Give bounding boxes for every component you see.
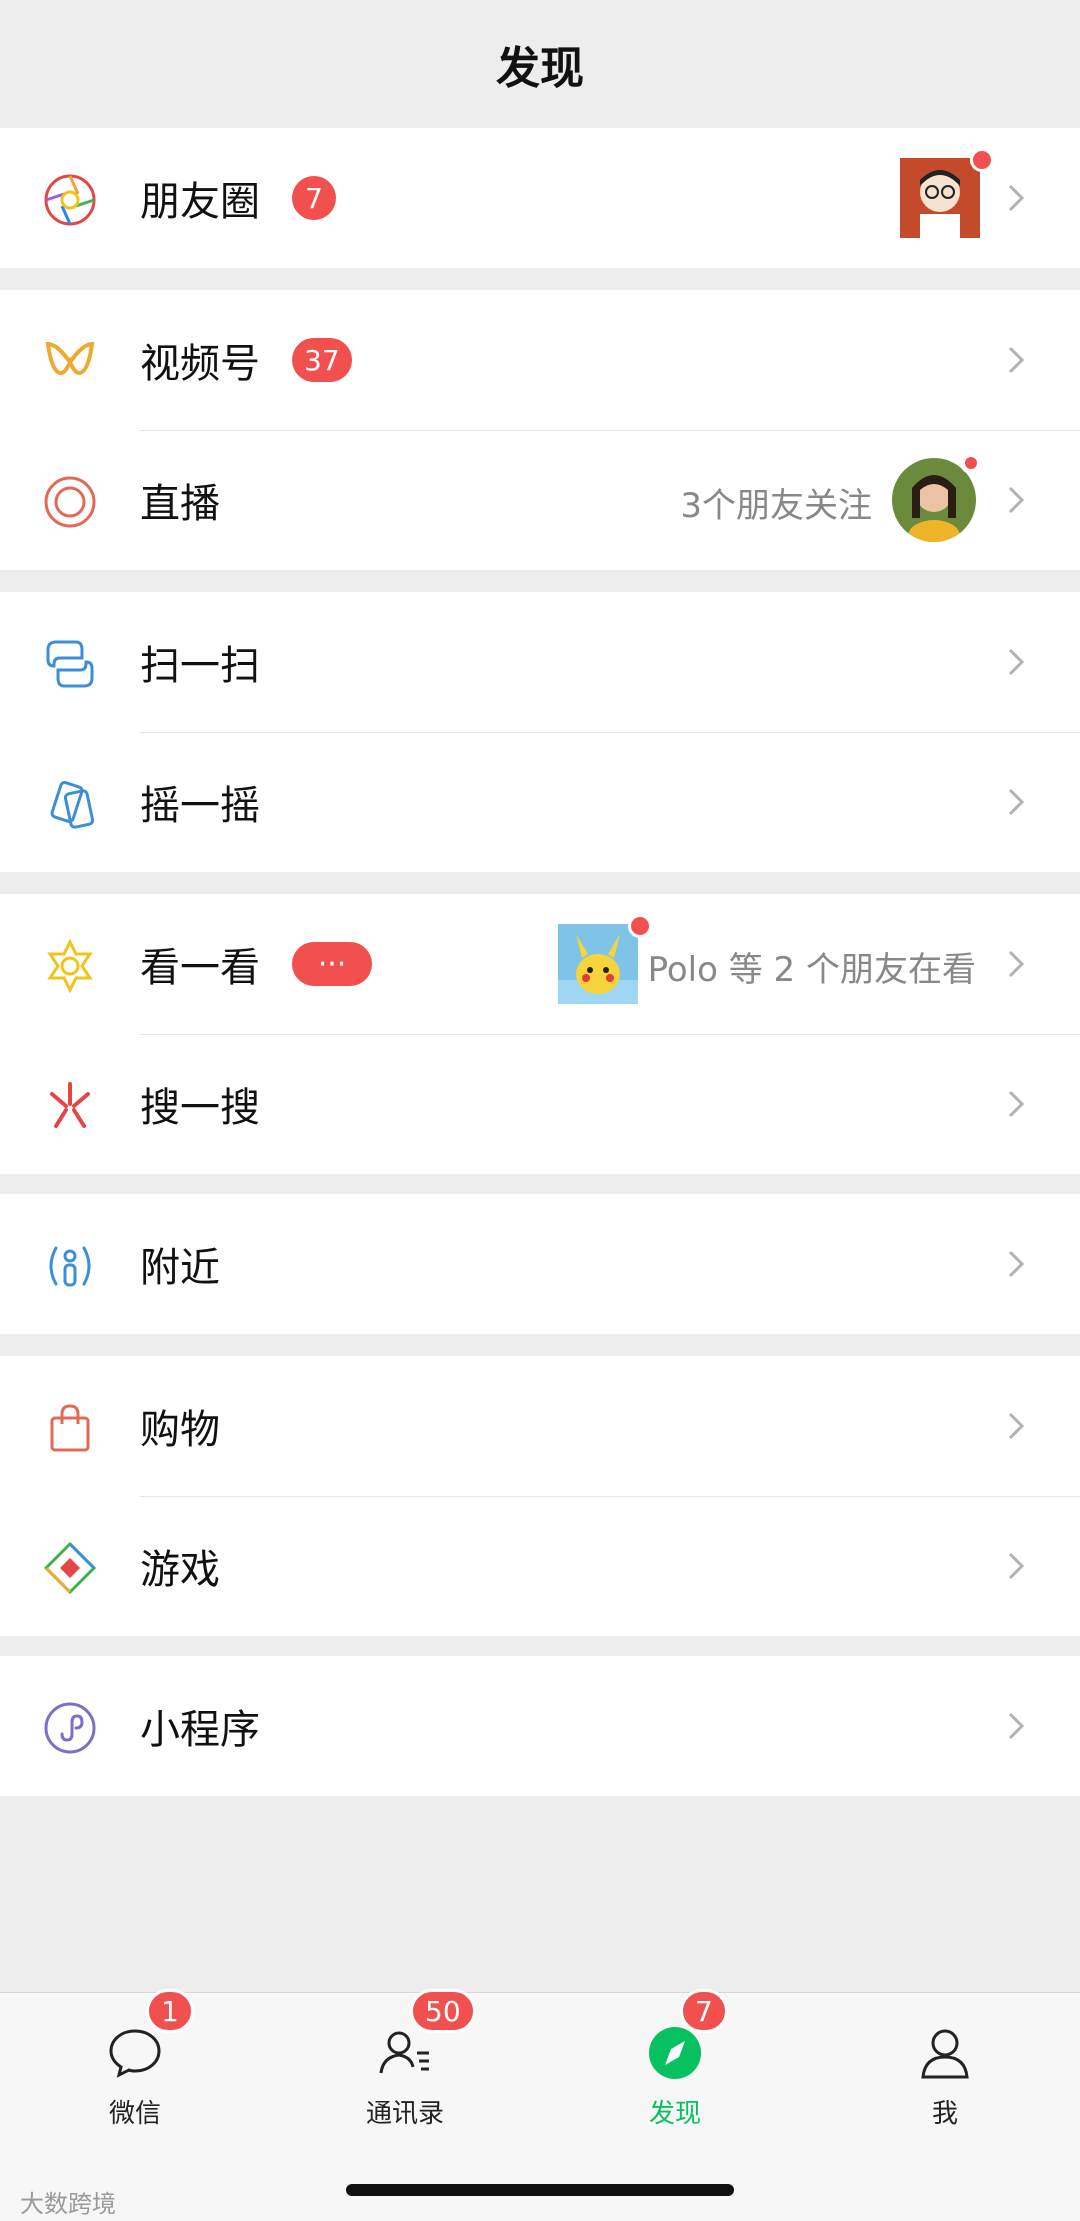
mini-programs-label: 小程序 (140, 1707, 260, 1753)
row-shake[interactable]: 摇一摇 (0, 732, 1080, 872)
chevron-right-icon (996, 1546, 1036, 1586)
chevron-right-icon (996, 1406, 1036, 1446)
live-friends-following: 3个朋友关注 (680, 486, 872, 526)
section-mini-programs: 小程序 (0, 1656, 1080, 1796)
chevron-right-icon (996, 642, 1036, 682)
chevron-right-icon (996, 480, 1036, 520)
nav-bar: 发现 (0, 0, 1080, 128)
section-scan-shake: 扫一扫 摇一摇 (0, 592, 1080, 872)
chevron-right-icon (996, 1084, 1036, 1124)
scan-icon (42, 636, 98, 692)
top-stories-icon (42, 938, 98, 994)
row-live[interactable]: 直播 3个朋友关注 (0, 430, 1080, 570)
shopping-bag-icon (42, 1400, 98, 1456)
tab-chats[interactable]: 1 微信 (0, 1989, 270, 2143)
row-scan[interactable]: 扫一扫 (0, 592, 1080, 732)
top-stories-more-badge: ··· (292, 942, 372, 986)
tab-contacts[interactable]: 50 通讯录 (270, 1989, 540, 2143)
tab-me-label: 我 (931, 2099, 958, 2129)
tab-chats-label: 微信 (108, 2099, 161, 2129)
channels-count-badge: 37 (292, 338, 352, 382)
tab-me[interactable]: 我 (810, 1993, 1080, 2143)
section-topstories-search: 看一看 ··· Polo 等 2 个朋友在看 搜一搜 (0, 894, 1080, 1174)
nearby-label: 附近 (140, 1245, 220, 1291)
live-label: 直播 (140, 481, 220, 527)
moments-count-badge: 7 (292, 176, 336, 220)
chevron-right-icon (996, 1706, 1036, 1746)
section-nearby: 附近 (0, 1194, 1080, 1334)
home-indicator[interactable] (346, 2184, 734, 2196)
shopping-label: 购物 (140, 1407, 220, 1453)
top-stories-label: 看一看 (140, 945, 260, 991)
tab-discover-label: 发现 (648, 2099, 701, 2129)
search-label: 搜一搜 (140, 1085, 260, 1131)
section-moments: 朋友圈 7 (0, 128, 1080, 268)
tab-contacts-label: 通讯录 (365, 2099, 444, 2129)
moments-avatar-thumbnail (900, 148, 994, 238)
top-stories-new-dot (628, 914, 652, 938)
row-mini-programs[interactable]: 小程序 (0, 1656, 1080, 1796)
tab-chats-badge: 1 (146, 1989, 194, 2033)
games-label: 游戏 (140, 1547, 220, 1593)
watermark: 大数跨境 (20, 2190, 116, 2218)
row-top-stories[interactable]: 看一看 ··· Polo 等 2 个朋友在看 (0, 894, 1080, 1034)
chevron-right-icon (996, 340, 1036, 380)
section-shopping-games: 购物 游戏 (0, 1356, 1080, 1636)
row-search[interactable]: 搜一搜 (0, 1034, 1080, 1174)
moments-shutter-icon (42, 172, 98, 228)
chevron-right-icon (996, 782, 1036, 822)
channels-label: 视频号 (140, 341, 260, 387)
scan-label: 扫一扫 (140, 643, 260, 689)
row-nearby[interactable]: 附近 (0, 1194, 1080, 1334)
page-title: 发现 (496, 43, 584, 94)
top-stories-friends-watching: Polo 等 2 个朋友在看 (647, 950, 976, 990)
chevron-right-icon (996, 178, 1036, 218)
games-diamond-icon (42, 1540, 98, 1596)
moments-label: 朋友圈 (140, 179, 260, 225)
tab-contacts-badge: 50 (410, 1989, 476, 2033)
chat-bubble-icon (105, 2023, 165, 2083)
mini-programs-icon (42, 1700, 98, 1756)
top-stories-thumbnail (558, 914, 652, 1004)
live-status-dot (960, 452, 982, 474)
person-icon (915, 2023, 975, 2083)
chevron-right-icon (996, 1244, 1036, 1284)
tab-discover[interactable]: 7 发现 (540, 1989, 810, 2143)
live-friend-avatar (892, 452, 982, 542)
nearby-location-icon (42, 1238, 98, 1294)
tab-discover-badge: 7 (680, 1989, 728, 2033)
chevron-right-icon (996, 944, 1036, 984)
section-channels-live: 视频号 37 直播 3个朋友关注 (0, 290, 1080, 570)
channels-butterfly-icon (42, 334, 98, 390)
moments-new-dot (970, 148, 994, 172)
row-channels[interactable]: 视频号 37 (0, 290, 1080, 430)
search-spark-icon (42, 1078, 98, 1134)
row-moments[interactable]: 朋友圈 7 (0, 128, 1080, 268)
live-broadcast-icon (42, 474, 98, 530)
shake-label: 摇一摇 (140, 783, 260, 829)
row-shopping[interactable]: 购物 (0, 1356, 1080, 1496)
shake-phone-icon (42, 776, 98, 832)
row-games[interactable]: 游戏 (0, 1496, 1080, 1636)
